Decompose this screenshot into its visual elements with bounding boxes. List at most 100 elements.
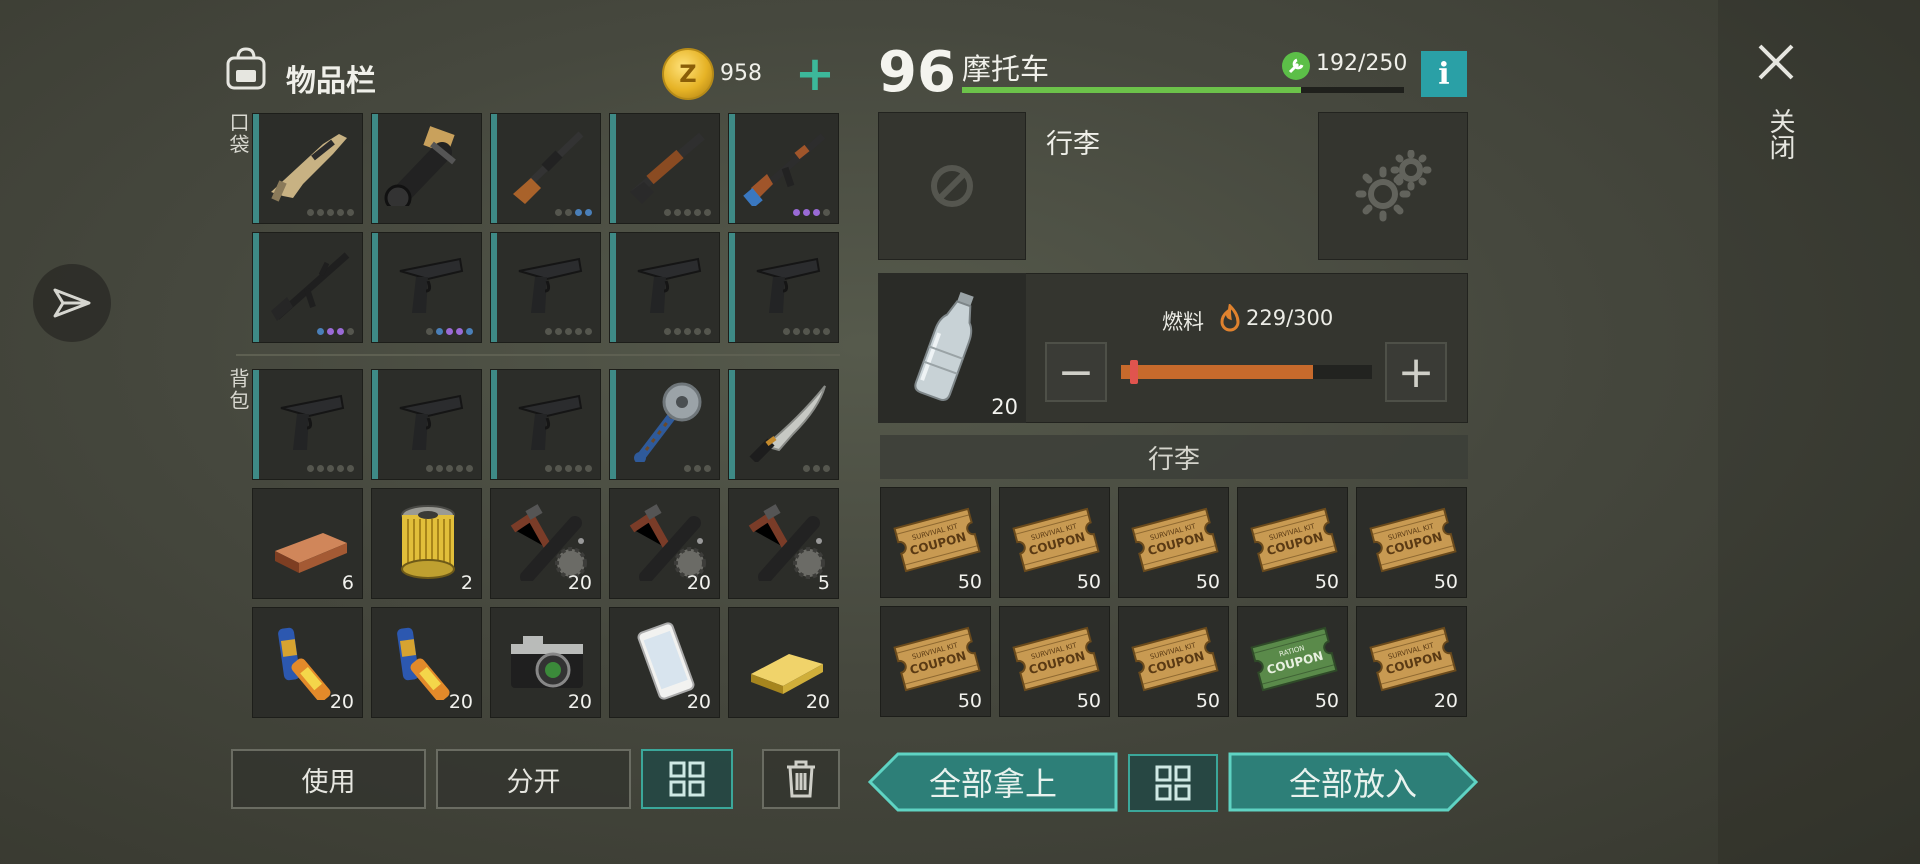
item-slot[interactable] [609, 232, 720, 343]
item-slot[interactable] [252, 232, 363, 343]
fuel-bottle-qty: 20 [991, 395, 1018, 419]
close-label[interactable]: 关闭 [1762, 108, 1799, 160]
upgrade-dot [347, 465, 354, 472]
upgrade-dot [823, 328, 830, 335]
item-slot[interactable] [252, 369, 363, 480]
empty-attachment-slot[interactable] [878, 112, 1026, 260]
upgrade-dot [684, 209, 691, 216]
item-slot[interactable] [728, 369, 839, 480]
upgrade-dot [783, 328, 790, 335]
pistol-icon [518, 394, 583, 450]
machete-icon [749, 385, 826, 462]
upgrade-dot [704, 209, 711, 216]
survival-kit-coupon-icon: SURVIVAL KIT COUPON [893, 507, 981, 573]
upgrade-dot [813, 328, 820, 335]
upgrade-dot [684, 465, 691, 472]
item-slot[interactable]: RATION COUPON 50 [1237, 606, 1348, 717]
item-slot[interactable] [728, 113, 839, 224]
item-slot[interactable]: SURVIVAL KIT COUPON 50 [880, 487, 991, 598]
item-slot[interactable] [371, 369, 482, 480]
pocket-label: 口袋 [226, 112, 250, 156]
right-edge-strip [1718, 0, 1920, 864]
item-slot[interactable] [371, 232, 482, 343]
item-quantity: 5 [817, 572, 830, 594]
upgrade-dot [327, 328, 334, 335]
gold-bar-icon [751, 654, 823, 694]
fuel-decrease-button[interactable]: − [1045, 342, 1107, 402]
upgrade-dot [446, 328, 453, 335]
settings-slot[interactable] [1318, 112, 1468, 260]
backpack-icon [226, 47, 266, 90]
item-quantity: 6 [341, 572, 354, 594]
item-quantity: 20 [686, 572, 711, 594]
item-slot[interactable]: 6 [252, 488, 363, 599]
navigate-button[interactable] [33, 264, 111, 342]
wrench-icon [1282, 52, 1310, 80]
item-slot[interactable]: SURVIVAL KIT COUPON 50 [999, 487, 1110, 598]
upgrade-dot [426, 328, 433, 335]
item-slot[interactable] [490, 369, 601, 480]
upgrade-dot [803, 209, 810, 216]
split-button[interactable]: 分开 [436, 749, 631, 809]
trash-button[interactable] [762, 749, 840, 809]
add-currency-button[interactable]: + [790, 50, 840, 100]
fuel-slider-handle[interactable] [1130, 360, 1138, 384]
item-slot[interactable]: 20 [728, 607, 839, 718]
item-slot[interactable] [490, 113, 601, 224]
close-icon[interactable] [1752, 38, 1800, 86]
upgrade-dot [337, 465, 344, 472]
item-slot[interactable]: 20 [252, 607, 363, 718]
backpack-label: 背包 [226, 368, 250, 412]
item-slot[interactable]: SURVIVAL KIT COUPON 50 [1356, 487, 1467, 598]
sort-inventory-button[interactable] [641, 749, 733, 809]
survival-kit-coupon-icon: SURVIVAL KIT COUPON [893, 626, 981, 692]
survival-kit-coupon-icon: SURVIVAL KIT COUPON [1369, 626, 1457, 692]
item-quantity: 20 [805, 691, 830, 713]
item-slot[interactable]: 20 [490, 488, 601, 599]
parts-kit-icon [629, 504, 706, 581]
paper-plane-icon [53, 288, 91, 318]
item-slot[interactable] [490, 232, 601, 343]
fuel-slider[interactable] [1121, 365, 1372, 379]
item-slot[interactable]: SURVIVAL KIT COUPON 50 [1118, 487, 1229, 598]
item-slot[interactable]: 20 [490, 607, 601, 718]
minigun-icon [384, 126, 456, 206]
item-slot[interactable] [609, 369, 720, 480]
put-all-button[interactable]: 全部放入 [1228, 752, 1478, 812]
item-slot[interactable]: SURVIVAL KIT COUPON 50 [880, 606, 991, 717]
item-slot[interactable]: 20 [371, 607, 482, 718]
upgrade-dot [456, 328, 463, 335]
item-quantity: 50 [1314, 690, 1339, 712]
item-slot[interactable]: 20 [609, 488, 720, 599]
fuel-increase-button[interactable]: + [1385, 342, 1447, 402]
upgrade-dot [793, 328, 800, 335]
item-slot[interactable]: SURVIVAL KIT COUPON 50 [1118, 606, 1229, 717]
item-slot[interactable]: 5 [728, 488, 839, 599]
upgrade-level-dots [783, 328, 830, 335]
item-slot[interactable]: SURVIVAL KIT COUPON 50 [1237, 487, 1348, 598]
fuel-bottle-slot[interactable]: 20 [878, 273, 1026, 423]
take-all-button[interactable]: 全部拿上 [868, 752, 1118, 812]
upgrade-dot [436, 465, 443, 472]
upgrade-dot [466, 465, 473, 472]
item-slot[interactable] [371, 113, 482, 224]
upgrade-dot [565, 328, 572, 335]
item-slot[interactable]: SURVIVAL KIT COUPON 50 [999, 606, 1110, 717]
item-slot[interactable] [728, 232, 839, 343]
item-slot[interactable]: 2 [371, 488, 482, 599]
upgrade-dot [347, 328, 354, 335]
currency-amount: 958 [720, 61, 762, 86]
upgrade-dot [585, 465, 592, 472]
pistol-icon [518, 257, 583, 313]
item-slot[interactable]: 20 [609, 607, 720, 718]
info-button[interactable]: i [1421, 51, 1467, 97]
item-quantity: 50 [1076, 571, 1101, 593]
item-slot[interactable]: SURVIVAL KIT COUPON 20 [1356, 606, 1467, 717]
upgrade-dot [575, 465, 582, 472]
item-slot[interactable] [609, 113, 720, 224]
use-button[interactable]: 使用 [231, 749, 426, 809]
upgrade-dot [545, 328, 552, 335]
item-slot[interactable] [252, 113, 363, 224]
gears-icon [1355, 150, 1432, 222]
sort-luggage-button[interactable] [1128, 754, 1218, 812]
